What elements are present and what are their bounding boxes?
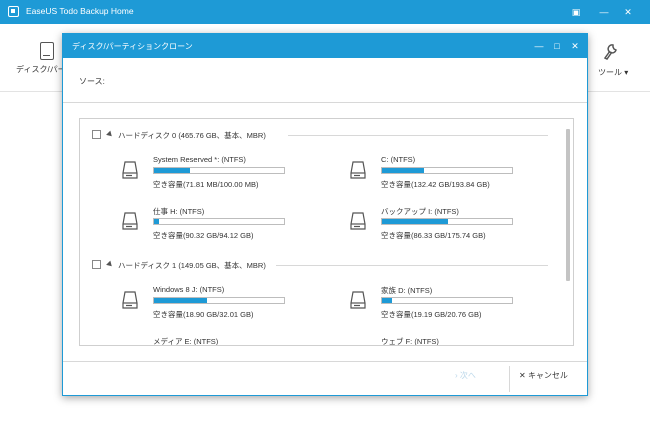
- partition-item[interactable]: C: (NTFS) 空き容量(132.42 GB/193.84 GB): [350, 155, 550, 195]
- partition-free-space: 空き容量(71.81 MB/100.00 MB): [153, 180, 259, 189]
- usage-fill: [382, 168, 424, 173]
- partition-item[interactable]: ウェブ F: (NTFS): [350, 336, 550, 346]
- partition-free-space: 空き容量(90.32 GB/94.12 GB): [153, 231, 254, 240]
- disk-header-1[interactable]: ハードディスク 1 (149.05 GB、基本、MBR): [92, 259, 552, 271]
- usage-fill: [382, 219, 449, 224]
- partition-drive-icon: [122, 161, 138, 179]
- partition-name: 仕事 H: (NTFS): [153, 207, 205, 216]
- usage-fill: [154, 168, 191, 173]
- wrench-icon[interactable]: [604, 44, 618, 60]
- partition-drive-icon: [350, 212, 366, 230]
- minimize-button[interactable]: —: [596, 4, 612, 20]
- cancel-label: キャンセル: [527, 371, 568, 380]
- partition-drive-icon: [350, 291, 366, 309]
- disk-1-name: ハードディスク 1 (149.05 GB、基本、MBR): [118, 261, 266, 270]
- next-button[interactable]: › 次へ: [455, 370, 476, 381]
- partition-name: Windows 8 J: (NTFS): [153, 285, 225, 294]
- dialog-footer: › 次へ ✕ キャンセル: [63, 361, 587, 395]
- usage-bar: [153, 218, 285, 225]
- partition-item[interactable]: 仕事 H: (NTFS) 空き容量(90.32 GB/94.12 GB): [122, 206, 322, 246]
- footer-divider: [509, 366, 510, 392]
- partition-drive-icon: [350, 161, 366, 179]
- collapse-arrow-icon[interactable]: [106, 260, 114, 269]
- partition-list: ハードディスク 0 (465.76 GB、基本、MBR) System Rese…: [79, 118, 574, 346]
- app-title: EaseUS Todo Backup Home: [26, 6, 134, 16]
- partition-drive-icon: [122, 212, 138, 230]
- disk-0-name: ハードディスク 0 (465.76 GB、基本、MBR): [118, 131, 266, 140]
- usage-fill: [382, 298, 393, 303]
- disk-backup-icon[interactable]: [40, 42, 54, 60]
- app-logo-icon: [8, 6, 19, 17]
- disk-1-checkbox[interactable]: [92, 260, 101, 269]
- partition-drive-icon: [122, 291, 138, 309]
- clone-dialog: ディスク/パーティションクローン — □ ✕ ソース: ハードディスク 0 (4…: [62, 33, 588, 396]
- disk-header-0[interactable]: ハードディスク 0 (465.76 GB、基本、MBR): [92, 129, 552, 141]
- dialog-minimize-button[interactable]: —: [531, 38, 547, 54]
- usage-bar: [381, 297, 513, 304]
- restore-icon[interactable]: ▣: [568, 4, 584, 20]
- disk-0-checkbox[interactable]: [92, 130, 101, 139]
- source-row: ソース:: [63, 58, 587, 103]
- dialog-title: ディスク/パーティションクローン: [72, 42, 193, 51]
- dialog-titlebar: ディスク/パーティションクローン — □ ✕: [63, 34, 587, 58]
- tools-menu[interactable]: ツール ▾: [598, 67, 628, 78]
- partition-free-space: 空き容量(18.90 GB/32.01 GB): [153, 310, 254, 319]
- divider: [276, 265, 548, 266]
- partition-free-space: 空き容量(132.42 GB/193.84 GB): [381, 180, 490, 189]
- collapse-arrow-icon[interactable]: [106, 130, 114, 139]
- usage-bar: [153, 167, 285, 174]
- usage-bar: [381, 218, 513, 225]
- usage-bar: [153, 297, 285, 304]
- divider: [288, 135, 548, 136]
- scrollbar-thumb[interactable]: [566, 129, 570, 281]
- main-titlebar: EaseUS Todo Backup Home ▣ — ✕: [0, 0, 650, 24]
- partition-name: メディア E: (NTFS): [153, 337, 219, 346]
- partition-item[interactable]: 家族 D: (NTFS) 空き容量(19.19 GB/20.76 GB): [350, 285, 550, 325]
- partition-free-space: 空き容量(86.33 GB/175.74 GB): [381, 231, 486, 240]
- partition-item[interactable]: Windows 8 J: (NTFS) 空き容量(18.90 GB/32.01 …: [122, 285, 322, 325]
- partition-name: バックアップ I: (NTFS): [381, 207, 459, 216]
- dialog-maximize-button[interactable]: □: [549, 38, 565, 54]
- partition-name: ウェブ F: (NTFS): [381, 337, 439, 346]
- cancel-button[interactable]: ✕ キャンセル: [519, 370, 568, 381]
- usage-bar: [381, 167, 513, 174]
- partition-item[interactable]: バックアップ I: (NTFS) 空き容量(86.33 GB/175.74 GB…: [350, 206, 550, 246]
- partition-name: 家族 D: (NTFS): [381, 286, 433, 295]
- source-label: ソース:: [79, 77, 105, 86]
- dialog-close-button[interactable]: ✕: [567, 38, 583, 54]
- partition-free-space: 空き容量(19.19 GB/20.76 GB): [381, 310, 482, 319]
- close-button[interactable]: ✕: [620, 4, 636, 20]
- partition-item[interactable]: メディア E: (NTFS): [122, 336, 322, 346]
- usage-fill: [154, 219, 160, 224]
- next-label: 次へ: [459, 371, 476, 380]
- partition-item[interactable]: System Reserved *: (NTFS) 空き容量(71.81 MB/…: [122, 155, 322, 195]
- partition-name: C: (NTFS): [381, 155, 416, 164]
- partition-name: System Reserved *: (NTFS): [153, 155, 246, 164]
- usage-fill: [154, 298, 208, 303]
